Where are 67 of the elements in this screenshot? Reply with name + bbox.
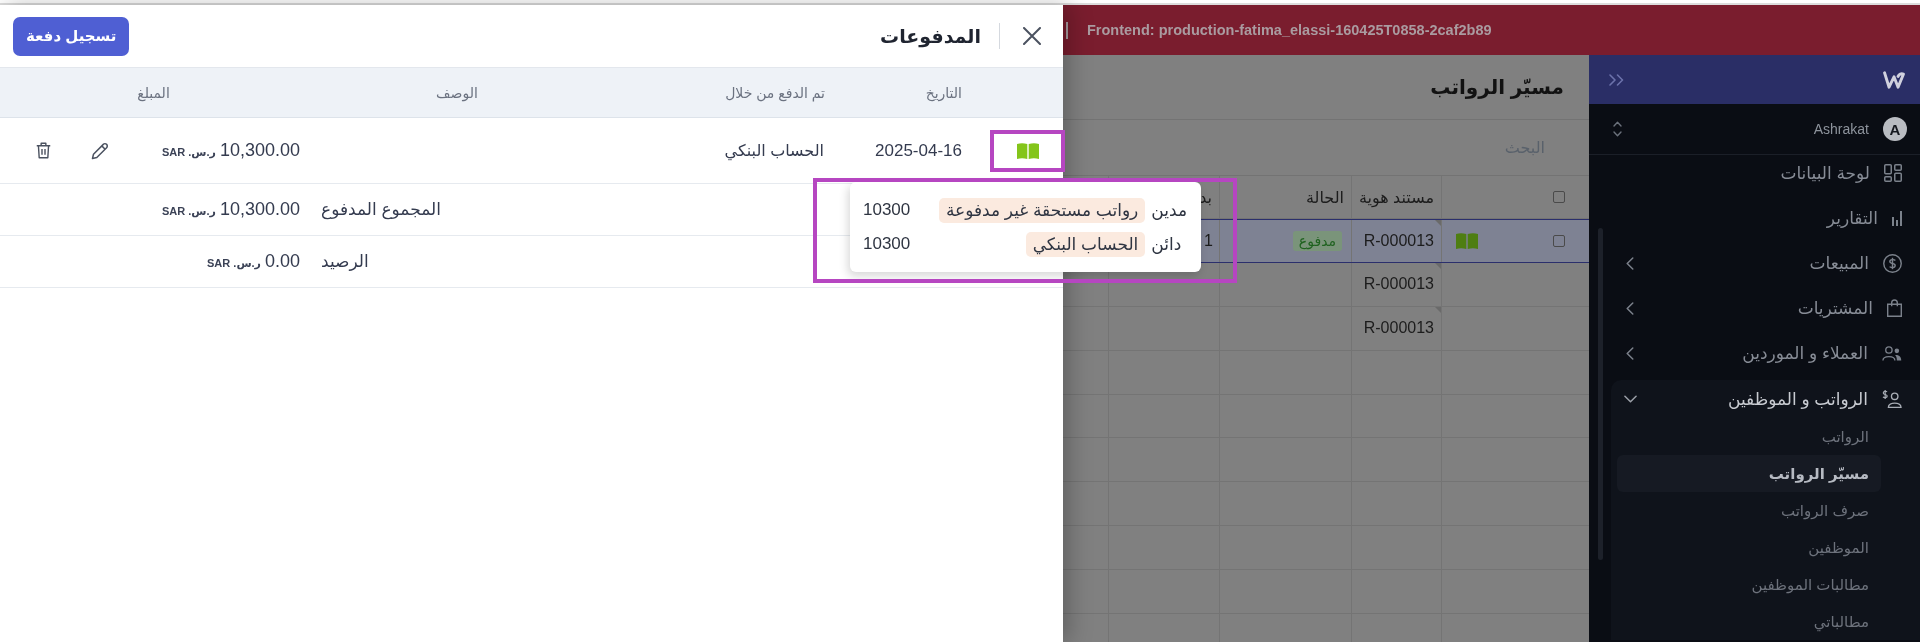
avatar[interactable]: A (1883, 117, 1907, 141)
column-header: الحالة (1306, 187, 1344, 207)
person-dollar-icon (1882, 390, 1902, 408)
currency-label: ر.س. SAR (162, 205, 216, 218)
document-id: R-000013 (1363, 319, 1434, 338)
amount-text: 10,300.00 (219, 199, 300, 220)
column-header: المبلغ (137, 84, 170, 101)
close-button[interactable] (1022, 26, 1042, 46)
entry-amount: 10300 (863, 200, 911, 220)
corner-mark-icon (1435, 262, 1441, 269)
account-tag: الحساب البنكي (1025, 231, 1146, 257)
user-name: Ashrakat (1813, 121, 1869, 137)
nav-item[interactable]: العملاء و الموردين (1589, 335, 1920, 380)
chevron-down-icon[interactable] (1624, 395, 1637, 403)
environment-label: Frontend: production-fatima_elassi-160425T0858-2caf2b89 (1087, 22, 1492, 38)
payment-account: الحساب البنكي (724, 141, 824, 160)
table-row[interactable]: R-000013 (1063, 306, 1589, 351)
logo-icon[interactable] (1883, 70, 1905, 89)
amount-text: 0.00 (264, 251, 300, 272)
nav-item[interactable]: المبيعات (1589, 245, 1920, 290)
page-title: مسيّر الرواتب (1430, 75, 1564, 99)
shopping-bag-icon (1887, 299, 1902, 317)
document-id: R-000013 (1363, 275, 1434, 294)
status-badge: مدفوع (1292, 230, 1342, 251)
drawer-title: المدفوعات (880, 24, 981, 48)
grid-icon (1884, 164, 1902, 182)
checkbox[interactable] (1553, 191, 1565, 203)
currency-label: ر.س. SAR (162, 146, 216, 159)
nav-subitem[interactable]: مطالباتي (1617, 603, 1881, 640)
account-tag: رواتب مستحقة غير مدفوعة (938, 197, 1146, 223)
nav-item[interactable]: التقارير (1589, 200, 1920, 245)
document-id: R-000013 (1363, 231, 1434, 250)
dollar-circle-icon (1883, 253, 1902, 273)
chevron-left-icon[interactable] (1626, 301, 1634, 315)
summary-label: الرصيد (321, 251, 369, 272)
cell-text: 1 (1204, 231, 1213, 250)
entry-amount: 10300 (863, 234, 911, 254)
close-icon (1023, 27, 1041, 45)
nav-item[interactable]: الرواتب و الموظفين (1611, 380, 1920, 418)
up-down-chevron-icon[interactable] (1613, 121, 1622, 137)
record-payment-button[interactable]: تسجيل دفعة (13, 16, 130, 56)
currency-label: ر.س. SAR (207, 257, 261, 270)
double-chevron-icon[interactable] (1609, 73, 1624, 86)
nav-subitem[interactable]: صرف الرواتب (1617, 492, 1881, 529)
bar-chart-icon (1892, 210, 1902, 226)
nav-subitem[interactable]: مسيّر الرواتب (1617, 455, 1881, 492)
nav-subitem[interactable]: الموظفين (1617, 529, 1881, 566)
nav-item[interactable]: المشتريات (1589, 290, 1920, 335)
entry-type: مدين (1151, 199, 1187, 221)
column-header: التاريخ (925, 84, 962, 101)
summary-label: المجموع المدفوع (321, 199, 441, 220)
nav-subitem[interactable]: الرواتب (1617, 418, 1881, 455)
amount-text: 10,300.00 (219, 140, 300, 161)
payment-date: 2025-04-16 (875, 140, 962, 161)
column-header: الوصف (436, 84, 478, 101)
chevron-left-icon[interactable] (1626, 256, 1634, 270)
nav-subitem[interactable]: مطالبات الموظفين (1617, 566, 1881, 603)
chevron-left-icon[interactable] (1626, 346, 1634, 360)
column-header: مستند هوية (1358, 187, 1434, 207)
trash-icon[interactable] (36, 142, 51, 159)
column-header: بد (1199, 187, 1212, 207)
users-icon (1882, 345, 1902, 361)
nav-item[interactable]: لوحة البيانات (1589, 155, 1920, 200)
checkbox[interactable] (1553, 234, 1565, 247)
pencil-icon[interactable] (91, 141, 109, 160)
column-header: تم الدفع من خلال (725, 84, 825, 101)
entry-type: دائن (1151, 233, 1182, 255)
